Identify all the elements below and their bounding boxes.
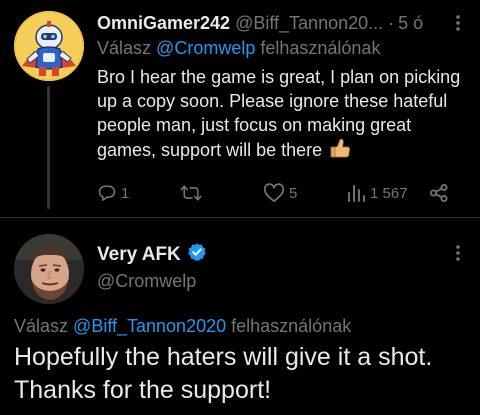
tweet-divider: [0, 217, 480, 218]
replying-suffix: felhasználónak: [260, 38, 381, 58]
tweet-thread: OmniGamer242 @Biff_Tannon20... · 5 ó Vál…: [0, 0, 480, 415]
replying-to-line: Válasz @Biff_Tannon2020 felhasználónak: [14, 316, 351, 337]
like-count: 5: [289, 184, 298, 202]
like-button[interactable]: 5: [263, 180, 297, 206]
more-icon[interactable]: [453, 12, 463, 34]
thread-connector-line: [47, 86, 50, 209]
replying-suffix: felhasználónak: [231, 316, 352, 336]
share-button[interactable]: [429, 180, 449, 206]
more-icon[interactable]: [453, 242, 463, 264]
views-count: 1 567: [370, 184, 408, 202]
verified-badge-icon[interactable]: [187, 242, 207, 268]
tweet-text: Bro I hear the game is great, I plan on …: [97, 65, 467, 165]
replying-prefix: Válasz: [14, 316, 69, 336]
retweet-button[interactable]: [180, 180, 206, 206]
mention-link[interactable]: @Cromwelp: [156, 38, 255, 58]
replying-prefix: Válasz: [97, 38, 152, 58]
mention-link[interactable]: @Biff_Tannon2020: [73, 316, 226, 336]
reply-icon: [97, 183, 117, 203]
replying-to-line: Válasz @Cromwelp felhasználónak: [97, 38, 380, 59]
reply-count: 1: [121, 184, 130, 202]
tweet-actions: 1 5 1 567: [97, 180, 467, 206]
thumbs-up-emoji: [329, 137, 351, 165]
views-button[interactable]: 1 567: [346, 180, 408, 206]
avatar[interactable]: [14, 234, 84, 304]
share-icon: [429, 183, 449, 203]
display-name[interactable]: Very AFK: [97, 244, 181, 266]
tweet-text-content: Bro I hear the game is great, I plan on …: [97, 67, 461, 160]
handle[interactable]: @Cromwelp: [97, 271, 196, 292]
robot-avatar-image: [14, 11, 84, 81]
reply-button[interactable]: 1: [97, 180, 129, 206]
display-name[interactable]: OmniGamer242: [97, 13, 230, 34]
retweet-icon: [180, 183, 202, 203]
tweet-header: OmniGamer242 @Biff_Tannon20... · 5 ó: [97, 12, 467, 34]
avatar[interactable]: [14, 11, 84, 81]
timestamp[interactable]: 5 ó: [398, 13, 423, 34]
author-name-row: Very AFK: [97, 242, 207, 268]
profile-photo-image: [14, 234, 84, 304]
reply-tweet[interactable]: OmniGamer242 @Biff_Tannon20... · 5 ó Vál…: [0, 0, 480, 217]
views-icon: [346, 183, 366, 203]
like-icon: [263, 183, 285, 203]
handle[interactable]: @Biff_Tannon20...: [235, 13, 383, 34]
tweet-text: Hopefully the haters will give it a shot…: [14, 343, 433, 404]
separator-dot: ·: [388, 12, 395, 33]
